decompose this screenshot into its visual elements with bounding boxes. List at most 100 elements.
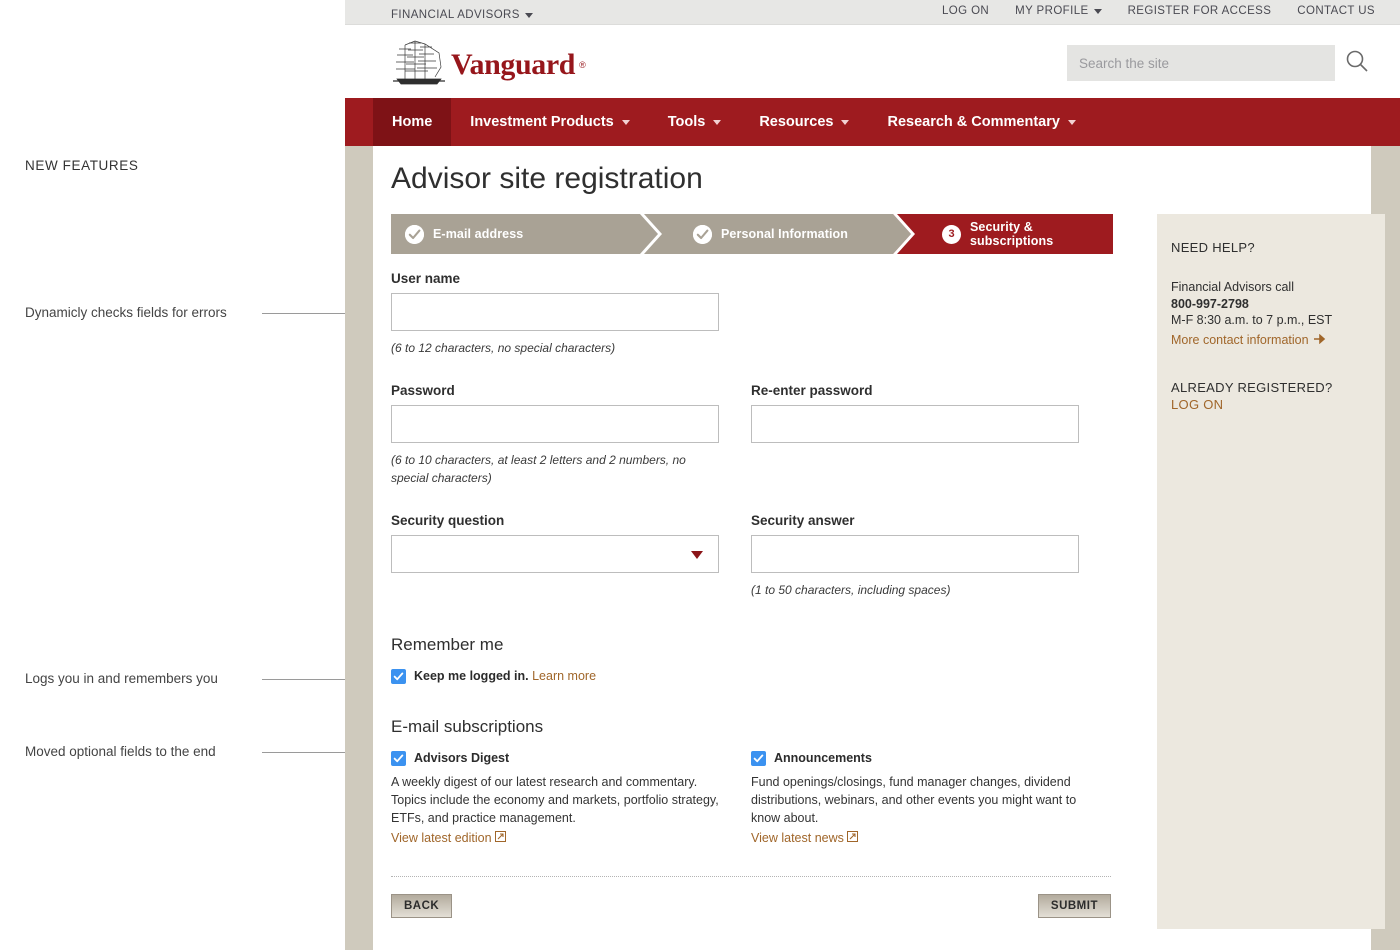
more-contact-information-link[interactable]: More contact information (1171, 333, 1326, 347)
browser-page: FINANCIAL ADVISORS LOG ON MY PROFILE REG… (345, 0, 1400, 950)
chevron-down-icon (1093, 8, 1102, 14)
utility-link-my-profile[interactable]: MY PROFILE (1015, 5, 1102, 17)
view-latest-edition-label: View latest edition (391, 831, 492, 846)
nav-item-label: Home (392, 114, 433, 130)
remember-me-row: Keep me logged in. Learn more (391, 668, 1111, 685)
field-security-question: Security question (391, 513, 719, 599)
back-button[interactable]: BACK (391, 894, 453, 919)
page-title: Advisor site registration (391, 162, 703, 195)
external-link-icon (846, 831, 858, 845)
learn-more-link[interactable]: Learn more (532, 669, 596, 683)
subscription-checkbox-row: Announcements (751, 750, 1079, 767)
form-actions: BACK SUBMIT (391, 894, 1111, 919)
email-subscriptions-heading: E-mail subscriptions (391, 716, 544, 736)
form-row-passwords: Password (6 to 10 characters, at least 2… (391, 383, 1111, 487)
form-row-username: User name (6 to 12 characters, no specia… (391, 271, 1111, 357)
step-label: E-mail address (433, 227, 524, 241)
registration-progress-steps: E-mail address Personal Information 3 Se… (391, 214, 1113, 254)
security-answer-input[interactable] (751, 535, 1079, 573)
vanguard-logo[interactable]: Vanguard ® (391, 37, 586, 92)
submit-button[interactable]: SUBMIT (1037, 894, 1111, 919)
chevron-down-icon (841, 119, 850, 125)
announcements-label: Announcements (774, 750, 872, 765)
need-help-content: NEED HELP? Financial Advisors call 800-9… (1157, 214, 1385, 412)
step-chevron-separator (893, 214, 915, 254)
annotation-remember-me: Logs you in and remembers you (25, 671, 218, 686)
utility-link-register-for-access[interactable]: REGISTER FOR ACCESS (1128, 5, 1272, 17)
screenshot-root: NEW FEATURES Dynamicly checks fields for… (0, 0, 1400, 950)
step-chevron-separator (640, 214, 662, 254)
site-search (1067, 45, 1370, 81)
view-latest-news-link[interactable]: View latest news (751, 831, 858, 845)
reenter-password-input[interactable] (751, 405, 1079, 443)
nav-item-research-commentary[interactable]: Research & Commentary (868, 98, 1094, 146)
main-navigation: Home Investment Products Tools Resources… (345, 98, 1400, 146)
security-question-select[interactable] (391, 535, 719, 573)
utility-link-log-on[interactable]: LOG ON (942, 5, 989, 17)
utility-link-label: MY PROFILE (1015, 5, 1089, 17)
nav-item-home[interactable]: Home (373, 98, 452, 146)
step-label: Personal Information (721, 227, 849, 241)
utility-link-label: REGISTER FOR ACCESS (1127, 5, 1272, 17)
username-help-text: (6 to 12 characters, no special characte… (391, 341, 616, 355)
announcements-checkbox[interactable] (751, 750, 766, 766)
subscriptions-row: Advisors Digest A weekly digest of our l… (391, 750, 1111, 847)
announcements-description: Fund openings/closings, fund manager cha… (751, 774, 1077, 825)
section-remember-me: Remember me Keep me logged in. Learn mor… (391, 635, 1111, 685)
annotation-optional-fields: Moved optional fields to the end (25, 744, 216, 759)
utility-link-label: CONTACT US (1297, 5, 1375, 17)
search-icon[interactable] (1344, 48, 1370, 79)
field-security-answer: Security answer (1 to 50 characters, inc… (751, 513, 1079, 599)
form-row-security: Security question Security answer (1 to … (391, 513, 1111, 599)
section-email-subscriptions: E-mail subscriptions Advisors Digest A w… (391, 717, 1111, 847)
nav-item-resources[interactable]: Resources (740, 98, 868, 146)
step-email-address[interactable]: E-mail address (391, 214, 662, 254)
more-contact-information-label: More contact information (1171, 332, 1309, 347)
password-label: Password (391, 383, 455, 398)
view-latest-edition-link[interactable]: View latest edition (391, 831, 506, 845)
sailing-ship-icon (391, 37, 447, 92)
password-help-text: (6 to 10 characters, at least 2 letters … (391, 453, 686, 485)
utility-link-label: LOG ON (941, 5, 990, 17)
annotation-dynamic-validation: Dynamicly checks fields for errors (25, 305, 227, 320)
field-password: Password (6 to 10 characters, at least 2… (391, 383, 719, 487)
subscription-checkbox-row: Advisors Digest (391, 750, 719, 767)
subscription-announcements: Announcements Fund openings/closings, fu… (751, 750, 1079, 847)
registration-form: User name (6 to 12 characters, no specia… (391, 271, 1111, 919)
annotation-section-title: NEW FEATURES (25, 158, 139, 173)
registered-trademark-icon: ® (579, 59, 586, 70)
audience-selector-link[interactable]: FINANCIAL ADVISORS (391, 9, 533, 21)
nav-item-tools[interactable]: Tools (649, 98, 741, 146)
help-log-on-link[interactable]: LOG ON (1171, 397, 1369, 412)
security-question-label: Security question (391, 513, 505, 528)
keep-me-logged-in-checkbox[interactable] (391, 669, 406, 684)
utility-links: LOG ON MY PROFILE REGISTER FOR ACCESS CO… (942, 5, 1375, 17)
username-input[interactable] (391, 293, 719, 331)
utility-link-contact-us[interactable]: CONTACT US (1297, 5, 1375, 17)
nav-item-label: Research & Commentary (887, 114, 1060, 130)
audience-selector[interactable]: FINANCIAL ADVISORS (391, 5, 533, 23)
nav-item-label: Tools (667, 114, 706, 130)
reenter-password-label: Re-enter password (751, 383, 873, 398)
check-icon (693, 224, 712, 244)
utility-bar: FINANCIAL ADVISORS LOG ON MY PROFILE REG… (345, 0, 1400, 25)
annotation-column: NEW FEATURES Dynamicly checks fields for… (0, 0, 400, 950)
search-input[interactable] (1067, 45, 1335, 81)
chevron-down-icon (1067, 119, 1076, 125)
check-icon (405, 224, 424, 244)
subscription-advisors-digest: Advisors Digest A weekly digest of our l… (391, 750, 719, 847)
step-label: Security & subscriptions (970, 220, 1054, 248)
step-personal-information[interactable]: Personal Information (661, 214, 915, 254)
chevron-down-icon (713, 119, 722, 125)
support-hours: M-F 8:30 a.m. to 7 p.m., EST (1171, 313, 1333, 328)
advisors-digest-label: Advisors Digest (414, 750, 510, 765)
arrow-right-icon (1313, 333, 1326, 347)
view-latest-news-label: View latest news (751, 831, 844, 846)
chevron-down-icon (524, 12, 533, 18)
advisors-digest-checkbox[interactable] (391, 750, 406, 766)
external-link-icon (494, 831, 506, 845)
step-security-subscriptions[interactable]: 3 Security & subscriptions (914, 214, 1113, 254)
nav-item-investment-products[interactable]: Investment Products (451, 98, 648, 146)
field-username: User name (6 to 12 characters, no specia… (391, 271, 719, 357)
password-input[interactable] (391, 405, 719, 443)
